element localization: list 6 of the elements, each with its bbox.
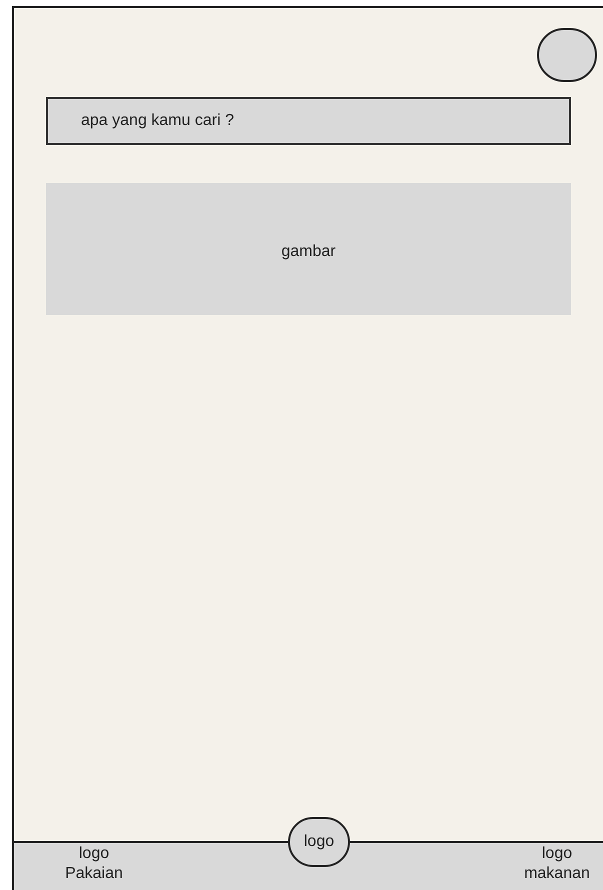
nav-item[interactable]: logo Pakaian [52, 843, 136, 884]
nav-item[interactable]: logo makanan [515, 843, 599, 884]
profile-avatar[interactable] [537, 28, 597, 82]
banner-label: gambar [281, 242, 336, 262]
search-field[interactable]: apa yang kamu cari ? [46, 97, 571, 145]
nav-logo-button[interactable]: logo [288, 817, 350, 867]
